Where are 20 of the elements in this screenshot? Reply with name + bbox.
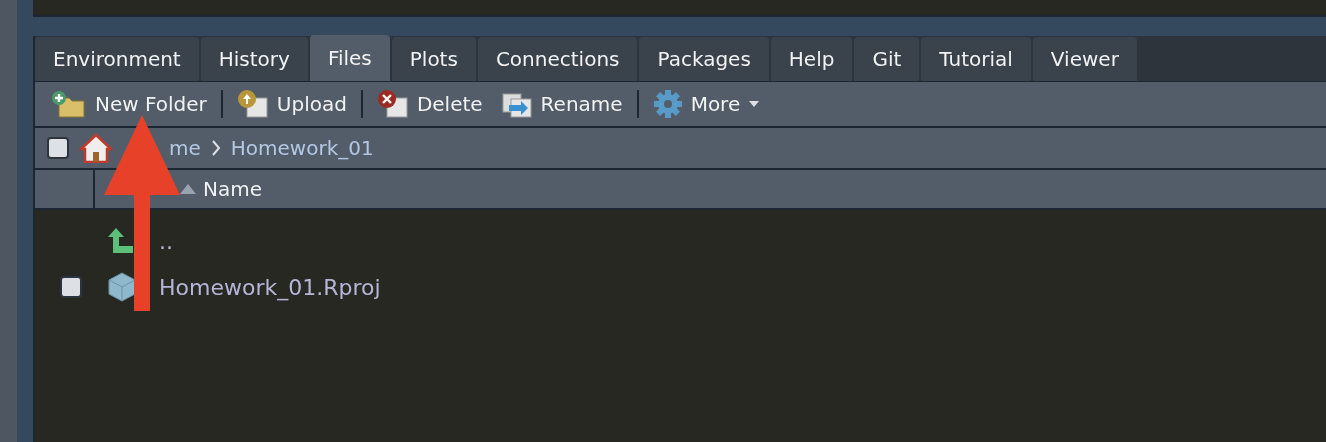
toolbar-button[interactable]: Delete [372, 90, 487, 118]
tab[interactable]: Tutorial [921, 37, 1031, 81]
tab[interactable]: Environment [35, 37, 199, 81]
tab[interactable]: History [200, 37, 308, 81]
breadcrumb-link[interactable]: Homework_01 [230, 136, 374, 160]
toolbar-button[interactable]: New Folder [47, 90, 211, 118]
tab[interactable]: Git [854, 37, 920, 81]
toolbar-button[interactable]: Upload [232, 90, 351, 118]
tab[interactable]: Files [309, 35, 390, 81]
tab[interactable]: Help [770, 37, 853, 81]
tab[interactable]: Packages [639, 37, 769, 81]
tab[interactable]: Viewer [1032, 37, 1137, 81]
column-header[interactable]: Name [203, 177, 262, 201]
breadcrumb-link[interactable]: me [169, 136, 201, 160]
file-name[interactable]: .. [159, 228, 173, 254]
toolbar-button[interactable]: More [648, 89, 765, 119]
toolbar-button[interactable]: Rename [496, 90, 627, 118]
file-name[interactable]: Homework_01.Rproj [159, 274, 381, 300]
tab[interactable]: Connections [477, 37, 638, 81]
tab[interactable]: Plots [391, 37, 476, 81]
